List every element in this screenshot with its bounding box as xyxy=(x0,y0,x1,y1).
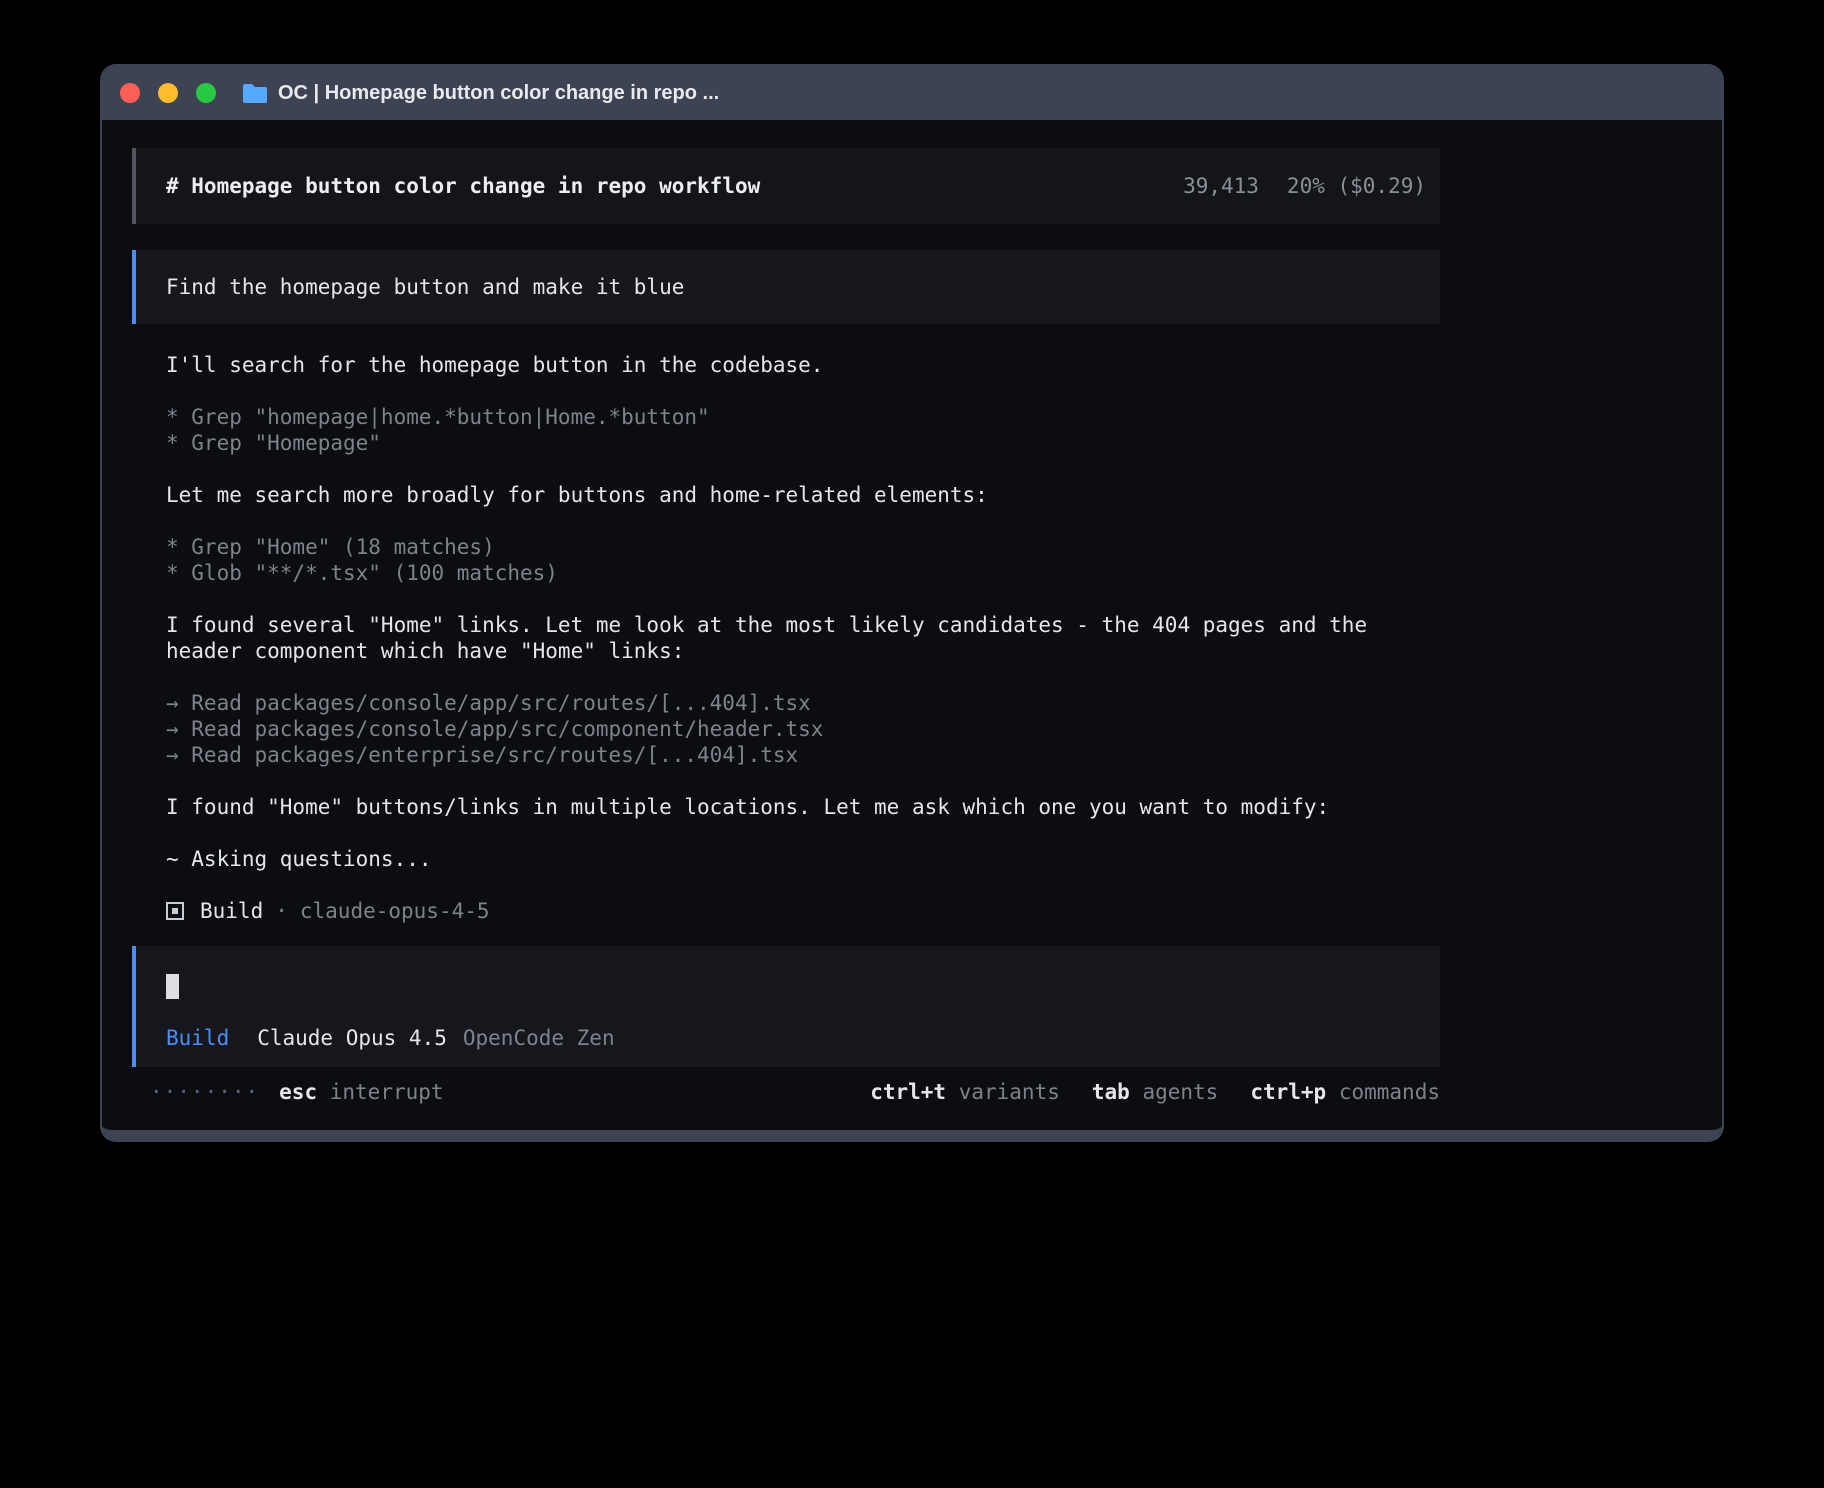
hint-variants: ctrl+t variants xyxy=(870,1079,1060,1105)
tool-call-group: → Read packages/console/app/src/routes/[… xyxy=(166,690,1440,768)
hint-key: tab xyxy=(1092,1080,1130,1104)
hint-label: commands xyxy=(1339,1080,1440,1104)
hint-commands: ctrl+p commands xyxy=(1250,1079,1440,1105)
hint-agents: tab agents xyxy=(1092,1079,1218,1105)
window-title: OC | Homepage button color change in rep… xyxy=(278,82,719,105)
spinner-dots: ········ xyxy=(150,1079,259,1105)
transcript: I'll search for the homepage button in t… xyxy=(166,352,1440,924)
titlebar[interactable]: OC | Homepage button color change in rep… xyxy=(102,66,1722,120)
hint-key: ctrl+p xyxy=(1250,1080,1326,1104)
agent-mode[interactable]: Build xyxy=(166,1025,229,1051)
agent-name: Build xyxy=(200,898,263,924)
tool-call: → Read packages/console/app/src/routes/[… xyxy=(166,690,1440,716)
terminal-content: # Homepage button color change in repo w… xyxy=(102,120,1722,1105)
model-name: Claude Opus 4.5 xyxy=(257,1025,447,1051)
tool-call: → Read packages/console/app/src/componen… xyxy=(166,716,1440,742)
hint-key: ctrl+t xyxy=(870,1080,946,1104)
context-usage: 20% ($0.29) xyxy=(1287,173,1426,199)
tool-call: * Grep "Homepage" xyxy=(166,430,1440,456)
folder-icon xyxy=(242,83,268,104)
hint-interrupt: esc interrupt xyxy=(279,1079,443,1105)
model-provider: OpenCode Zen xyxy=(463,1025,615,1051)
hint-label: interrupt xyxy=(330,1080,444,1104)
minimize-button[interactable] xyxy=(158,83,178,103)
agent-separator: · xyxy=(275,898,288,924)
tool-call: → Read packages/enterprise/src/routes/[.… xyxy=(166,742,1440,768)
session-header: # Homepage button color change in repo w… xyxy=(132,148,1440,224)
assistant-message: I found several "Home" links. Let me loo… xyxy=(166,612,1440,664)
user-message: Find the homepage button and make it blu… xyxy=(132,250,1440,324)
session-title: # Homepage button color change in repo w… xyxy=(166,173,760,199)
tool-call: * Glob "**/*.tsx" (100 matches) xyxy=(166,560,1440,586)
traffic-lights xyxy=(120,83,216,103)
terminal-window: OC | Homepage button color change in rep… xyxy=(100,64,1724,1142)
hint-label: agents xyxy=(1142,1080,1218,1104)
hint-label: variants xyxy=(959,1080,1060,1104)
prompt-input[interactable]: Build Claude Opus 4.5 OpenCode Zen xyxy=(132,946,1440,1067)
hint-key: esc xyxy=(279,1080,317,1104)
session-stats: 39,413 20% ($0.29) xyxy=(1183,173,1426,199)
text-cursor xyxy=(166,974,179,999)
tool-call: * Grep "Home" (18 matches) xyxy=(166,534,1440,560)
tool-call-group: * Grep "Home" (18 matches) * Glob "**/*.… xyxy=(166,534,1440,586)
status-bar-left: ········ esc interrupt xyxy=(150,1079,444,1105)
status-bar: ········ esc interrupt ctrl+t variants t… xyxy=(132,1079,1440,1105)
assistant-message: I'll search for the homepage button in t… xyxy=(166,352,1440,378)
maximize-button[interactable] xyxy=(196,83,216,103)
model-row: Build Claude Opus 4.5 OpenCode Zen xyxy=(166,1025,1426,1051)
tool-call: * Grep "homepage|home.*button|Home.*butt… xyxy=(166,404,1440,430)
tool-call-group: * Grep "homepage|home.*button|Home.*butt… xyxy=(166,404,1440,456)
close-button[interactable] xyxy=(120,83,140,103)
status-message: ~ Asking questions... xyxy=(166,846,1440,872)
agent-model: claude-opus-4-5 xyxy=(300,898,490,924)
user-message-text: Find the homepage button and make it blu… xyxy=(166,275,684,299)
assistant-message: Let me search more broadly for buttons a… xyxy=(166,482,1440,508)
agent-status-row: Build · claude-opus-4-5 xyxy=(166,898,1440,924)
status-bar-right: ctrl+t variants tab agents ctrl+p comman… xyxy=(870,1079,1440,1105)
agent-icon xyxy=(166,902,184,920)
assistant-message: I found "Home" buttons/links in multiple… xyxy=(166,794,1440,820)
token-count: 39,413 xyxy=(1183,173,1259,199)
